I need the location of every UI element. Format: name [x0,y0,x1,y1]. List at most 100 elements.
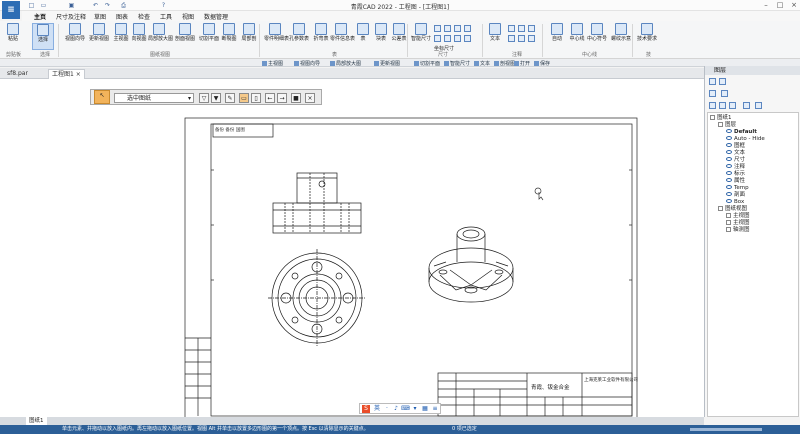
rect-select-icon[interactable]: ▭ [239,93,249,103]
ime-tools-icon[interactable]: ▦ [421,405,429,413]
direction-view-button[interactable]: 向视图 [128,23,150,50]
new-file-icon[interactable]: □ [28,2,35,9]
dimension-tool-icon[interactable] [464,25,471,32]
panel-tool-icon[interactable] [719,78,726,85]
panel-tool-icon[interactable] [709,90,716,97]
panel-tool-icon[interactable] [743,102,750,109]
cmd-detail-view[interactable]: 局部放大图 [330,60,361,67]
paste-button[interactable]: 粘贴 [2,23,24,50]
tree-layer-item[interactable]: 图框 [726,143,745,150]
tree-layer-item[interactable]: Temp [726,185,749,192]
ime-punct-icon[interactable]: · [383,405,391,413]
dimension-tool-icon[interactable] [454,25,461,32]
panel-tool-icon[interactable] [709,102,716,109]
sheet-tab-1[interactable]: 图纸1 [26,417,47,425]
menu-tools[interactable]: 工具 [160,12,172,21]
stop-icon[interactable]: ■ [291,93,301,103]
minimize-icon[interactable]: – [760,1,772,10]
ime-keyboard-icon[interactable]: ⌨ [401,405,410,413]
tree-layer-item[interactable]: 剖面 [726,192,745,199]
menu-dimension[interactable]: 尺寸及注释 [56,12,86,21]
thread-button[interactable]: 螺纹示意 [610,23,632,50]
tree-view-item[interactable]: 主视图 [726,213,750,220]
parts-list-button[interactable]: 零件明细表 [264,23,289,50]
cmd-text[interactable]: 文本 [474,60,490,67]
close-icon[interactable]: × [305,93,315,103]
dimension-tool-icon[interactable] [454,35,461,42]
forward-icon[interactable]: → [277,93,287,103]
pen-icon[interactable]: ✎ [225,93,235,103]
zoom-slider[interactable] [690,428,762,431]
app-logo-icon[interactable]: ≡ [2,1,20,19]
selection-filter-select[interactable]: 选中图纸 [114,93,194,103]
panel-tool-icon[interactable] [719,102,726,109]
centerline-button[interactable]: 中心线 [566,23,588,50]
back-icon[interactable]: ← [265,93,275,103]
annotation-tool-icon[interactable] [508,35,515,42]
panel-tool-icon[interactable] [709,78,716,85]
help-icon[interactable]: ? [160,2,167,9]
tree-layer-item[interactable]: Auto - Hide [726,136,765,143]
cmd-main-view[interactable]: 主视图 [262,60,283,67]
tree-layer-item[interactable]: Default [726,129,757,136]
bend-table-button[interactable]: 折弯表 [310,23,332,50]
dimension-tool-icon[interactable] [434,25,441,32]
ime-voice-icon[interactable]: ♪ [392,405,400,413]
cmd-update-view[interactable]: 更新视图 [374,60,400,67]
detail-view-button[interactable]: 局部放大图 [148,23,173,50]
tree-views[interactable]: 图纸视图 [718,206,747,213]
page-icon[interactable]: ▯ [251,93,261,103]
menu-inspect[interactable]: 检查 [138,12,150,21]
cmd-smart-dimension[interactable]: 智能尺寸 [444,60,470,67]
tree-layer-item[interactable]: 文本 [726,150,745,157]
tree-layer-item[interactable]: 尺寸 [726,157,745,164]
tree-view-item[interactable]: 主视图 [726,220,750,227]
cmd-save[interactable]: 保存 [534,60,550,67]
drawing-canvas[interactable]: 备份 备份 国图 青霞、钣金合金 上海克莱工业软件有限公司 [0,79,704,420]
tree-layer-item[interactable]: Box [726,199,744,206]
tech-requirements-button[interactable]: 技术要求 [636,23,658,50]
cmd-view-wizard[interactable]: 视图向导 [294,60,320,67]
ime-skin-icon[interactable]: ▾ [411,405,419,413]
cmd-cutting-plane[interactable]: 切割平面 [414,60,440,67]
doc-tab-part[interactable]: sf8.par [4,69,31,79]
select-arrow-icon[interactable]: ↖ [94,90,110,104]
print-icon[interactable]: ⎙ [120,2,127,9]
annotation-tool-icon[interactable] [528,35,535,42]
menu-view[interactable]: 视图 [182,12,194,21]
menu-sketch[interactable]: 草图 [94,12,106,21]
doc-tab-drawing[interactable]: 工程图1 × [48,69,85,79]
cmd-open[interactable]: 打开 [514,60,530,67]
filter-icon[interactable]: ▽ [199,93,209,103]
annotation-tool-icon[interactable] [508,25,515,32]
menu-data[interactable]: 数据管理 [204,12,228,21]
text-button[interactable]: 文本 [484,23,506,50]
menu-home[interactable]: 主页 [34,12,46,21]
smart-dimension-button[interactable]: 智能尺寸 [410,23,432,50]
panel-tool-icon[interactable] [721,90,728,97]
menu-chart[interactable]: 图表 [116,12,128,21]
annotation-tool-icon[interactable] [528,25,535,32]
cutting-plane-button[interactable]: 切割平面 [198,23,220,50]
close-icon[interactable]: × [788,1,800,10]
part-info-table-button[interactable]: 零件信息表 [330,23,355,50]
maximize-icon[interactable]: □ [774,1,786,10]
filter-add-icon[interactable]: ▼ [211,93,221,103]
cmd-section-view[interactable]: 剖视图 [494,60,515,67]
ime-lang-icon[interactable]: 英 [373,405,381,413]
dimension-tool-icon[interactable] [434,35,441,42]
broken-view-button[interactable]: 断裂图 [218,23,240,50]
panel-tool-icon[interactable] [755,102,762,109]
tree-root-sheet[interactable]: 图纸1 [710,115,732,122]
drawing-sheet[interactable] [0,79,704,420]
tree-layers[interactable]: 图层 [718,122,736,129]
undo-icon[interactable]: ↶ [92,2,99,9]
open-file-icon[interactable]: ▭ [40,2,47,9]
center-mark-button[interactable]: 中心符号 [586,23,608,50]
tree-layer-item[interactable]: 标示 [726,171,745,178]
dimension-tool-icon[interactable] [444,35,451,42]
section-view-button[interactable]: 剖面视图 [174,23,196,50]
save-icon[interactable]: ▣ [68,2,75,9]
view-wizard-button[interactable]: 视图向导 [64,23,86,50]
tree-view-item[interactable]: 轴测图 [726,227,750,234]
